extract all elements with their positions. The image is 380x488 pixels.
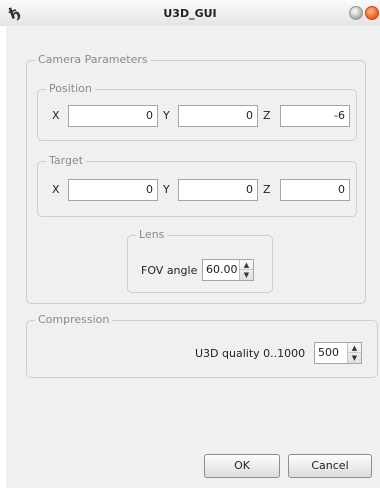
cancel-button[interactable]: Cancel bbox=[288, 454, 372, 478]
fov-spin-buttons: ▲ ▼ bbox=[239, 260, 253, 280]
target-y-input[interactable]: 0 bbox=[178, 179, 258, 201]
camera-parameters-group: Camera Parameters Position X 0 Y 0 Z -6 … bbox=[26, 53, 366, 304]
position-title: Position bbox=[46, 82, 95, 96]
target-z-label: Z bbox=[263, 183, 271, 196]
position-y-input[interactable]: 0 bbox=[178, 105, 258, 127]
spin-up-icon[interactable]: ▲ bbox=[240, 260, 253, 270]
target-group: Target X 0 Y 0 Z 0 bbox=[37, 154, 357, 217]
compression-group: Compression U3D quality 0..1000 500 ▲ ▼ bbox=[26, 313, 378, 378]
target-title: Target bbox=[46, 154, 87, 168]
target-x-input[interactable]: 0 bbox=[68, 179, 158, 201]
close-icon[interactable] bbox=[365, 6, 379, 20]
fov-angle-label: FOV angle bbox=[141, 264, 198, 277]
target-z-input[interactable]: 0 bbox=[280, 179, 350, 201]
window-title: U3D_GUI bbox=[163, 7, 217, 20]
lens-group: Lens FOV angle 60.00 ▲ ▼ bbox=[127, 228, 273, 293]
title-bar[interactable]: ђ U3D_GUI bbox=[0, 0, 380, 26]
ok-button[interactable]: OK bbox=[204, 454, 280, 478]
position-y-label: Y bbox=[163, 109, 170, 122]
fov-angle-value: 60.00 bbox=[206, 263, 238, 276]
position-z-input[interactable]: -6 bbox=[280, 105, 350, 127]
quality-spin-buttons: ▲ ▼ bbox=[347, 343, 361, 363]
lens-title: Lens bbox=[136, 228, 168, 242]
spin-up-icon[interactable]: ▲ bbox=[348, 343, 361, 353]
compression-title: Compression bbox=[35, 313, 113, 327]
position-group: Position X 0 Y 0 Z -6 bbox=[37, 82, 357, 141]
dialog-body: Camera Parameters Position X 0 Y 0 Z -6 … bbox=[6, 26, 380, 488]
target-y-label: Y bbox=[163, 183, 170, 196]
spin-down-icon[interactable]: ▼ bbox=[348, 353, 361, 363]
u3d-quality-stepper[interactable]: 500 ▲ ▼ bbox=[314, 342, 362, 364]
minimize-icon[interactable] bbox=[349, 6, 363, 20]
position-x-input[interactable]: 0 bbox=[68, 105, 158, 127]
u3d-quality-value: 500 bbox=[318, 346, 339, 359]
u3d-quality-label: U3D quality 0..1000 bbox=[195, 347, 306, 360]
fov-angle-stepper[interactable]: 60.00 ▲ ▼ bbox=[202, 259, 254, 281]
camera-parameters-title: Camera Parameters bbox=[35, 53, 151, 67]
position-x-label: X bbox=[52, 109, 60, 122]
spin-down-icon[interactable]: ▼ bbox=[240, 270, 253, 280]
position-z-label: Z bbox=[263, 109, 271, 122]
target-x-label: X bbox=[52, 183, 60, 196]
